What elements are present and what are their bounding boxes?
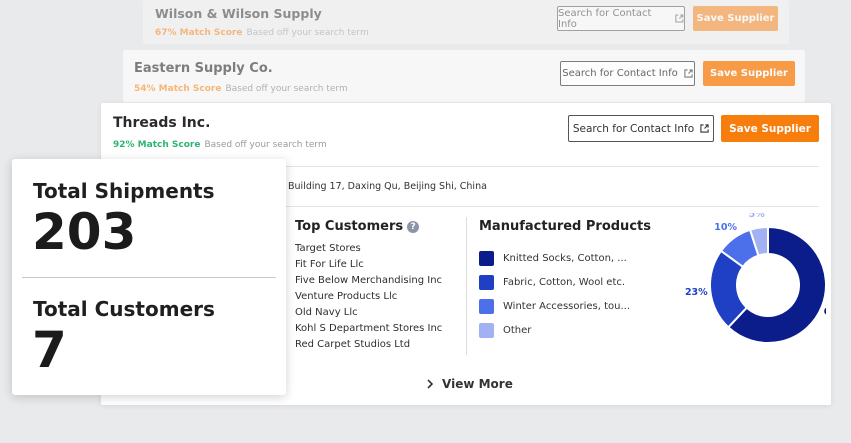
match-score: 54% Match Score Based off your search ter… xyxy=(134,84,348,94)
view-more-label: View More xyxy=(442,377,513,391)
search-contact-label: Search for Contact Info xyxy=(558,7,652,30)
legend-label: Other xyxy=(503,324,532,336)
donut-slice-label: 23% xyxy=(685,287,708,298)
legend-swatch xyxy=(479,250,494,266)
external-link-icon xyxy=(700,124,709,133)
customer-item: Five Below Merchandising Inc xyxy=(295,275,443,286)
customer-item: Target Stores xyxy=(295,243,361,254)
total-customers-label: Total Customers xyxy=(33,297,215,321)
customer-item: Kohl S Department Stores Inc xyxy=(295,323,443,334)
donut-slice-label: 10% xyxy=(714,222,737,233)
legend-item: Fabric, Cotton, Wool etc. xyxy=(479,270,630,294)
match-score-note: Based off your search term xyxy=(225,84,348,94)
external-link-icon xyxy=(684,69,693,78)
save-supplier-button[interactable]: Save Supplier xyxy=(721,115,819,142)
legend-item: Knitted Socks, Cotton, ... xyxy=(479,246,630,270)
match-score-note: Based off your search term xyxy=(246,28,369,38)
help-icon[interactable]: ? xyxy=(407,221,420,233)
supplier-card-wilson: Wilson & Wilson Supply 67% Match Score Ba… xyxy=(143,0,789,44)
stats-panel: Total Shipments 203 Total Customers 7 xyxy=(12,159,286,395)
top-customers-heading: Top Customers? xyxy=(295,219,420,234)
legend-label: Knitted Socks, Cotton, ... xyxy=(503,252,627,264)
section-divider xyxy=(466,217,467,355)
match-score: 67% Match Score Based off your search ter… xyxy=(155,28,369,38)
match-score-value: 54% Match Score xyxy=(134,84,222,94)
supplier-name: Wilson & Wilson Supply xyxy=(155,6,322,21)
view-more-button[interactable]: View More xyxy=(426,377,513,391)
legend-swatch xyxy=(479,322,494,338)
top-customers-title: Top Customers xyxy=(295,219,404,234)
match-score-note: Based off your search term xyxy=(204,140,327,150)
donut-slice-label: 5% xyxy=(749,213,766,220)
customer-item: Old Navy Llc xyxy=(295,307,358,318)
match-score-value: 67% Match Score xyxy=(155,28,243,38)
total-customers-value: 7 xyxy=(32,321,67,379)
save-supplier-button[interactable]: Save Supplier xyxy=(693,6,778,31)
chevron-right-icon xyxy=(427,379,434,389)
supplier-card-eastern: Eastern Supply Co. 54% Match Score Based … xyxy=(123,50,805,102)
donut-slice-label: 62% xyxy=(824,307,826,318)
supplier-name: Threads Inc. xyxy=(113,115,211,131)
manufactured-products-title: Manufactured Products xyxy=(479,219,651,234)
search-contact-button[interactable]: Search for Contact Info xyxy=(557,6,685,31)
search-contact-button[interactable]: Search for Contact Info xyxy=(568,115,714,142)
customer-item: Red Carpet Studios Ltd xyxy=(295,339,411,350)
top-customers-list: Target Stores Fit For Life Llc Five Belo… xyxy=(295,241,442,353)
total-shipments-label: Total Shipments xyxy=(33,179,215,203)
search-contact-label: Search for Contact Info xyxy=(572,122,695,135)
supplier-address: Building 17, Daxing Qu, Beijing Shi, Chi… xyxy=(288,181,487,192)
products-legend: Knitted Socks, Cotton, ... Fabric, Cotto… xyxy=(479,246,630,342)
save-supplier-button[interactable]: Save Supplier xyxy=(703,61,795,86)
legend-label: Winter Accessories, tou... xyxy=(503,300,631,312)
legend-swatch xyxy=(479,274,494,290)
products-donut-chart: 62% 23% 10% 5% xyxy=(685,213,826,344)
customer-item: Venture Products Llc xyxy=(295,291,398,302)
customer-item: Fit For Life Llc xyxy=(295,259,364,270)
search-contact-button[interactable]: Search for Contact Info xyxy=(560,61,695,86)
supplier-name: Eastern Supply Co. xyxy=(134,61,273,76)
legend-item: Winter Accessories, tou... xyxy=(479,294,630,318)
legend-label: Fabric, Cotton, Wool etc. xyxy=(503,276,626,288)
stats-divider xyxy=(22,277,276,278)
legend-item: Other xyxy=(479,318,630,342)
match-score-value: 92% Match Score xyxy=(113,140,201,150)
match-score: 92% Match Score Based off your search ter… xyxy=(113,140,327,150)
external-link-icon xyxy=(675,14,684,23)
total-shipments-value: 203 xyxy=(32,203,137,261)
search-contact-label: Search for Contact Info xyxy=(562,68,678,79)
legend-swatch xyxy=(479,298,494,314)
